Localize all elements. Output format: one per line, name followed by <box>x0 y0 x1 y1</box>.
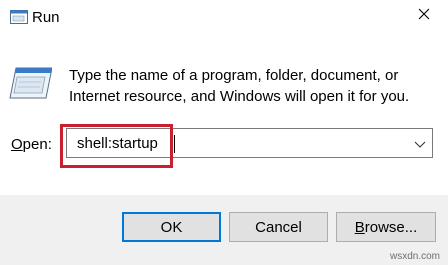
instructions-text: Type the name of a program, folder, docu… <box>69 67 410 105</box>
ok-button[interactable]: OK <box>122 212 221 242</box>
close-button[interactable] <box>400 0 448 32</box>
watermark: wsxdn.com <box>389 251 440 262</box>
browse-button[interactable]: Browse... <box>336 212 436 242</box>
highlight-box <box>60 124 173 168</box>
open-label: Open: <box>11 136 52 153</box>
open-label-text: pen: <box>22 136 52 153</box>
close-icon <box>418 7 430 25</box>
open-label-mnemonic: O <box>11 136 23 153</box>
browse-label: rowse... <box>364 218 418 236</box>
chevron-down-icon[interactable] <box>414 137 426 149</box>
title-bar: Run <box>0 0 448 38</box>
text-caret <box>174 135 175 153</box>
button-bar: OK Cancel Browse... wsxdn.com <box>0 195 448 265</box>
run-icon <box>10 9 30 25</box>
window-title: Run <box>32 9 60 26</box>
program-window-icon <box>8 66 53 100</box>
browse-mnemonic: B <box>354 218 365 236</box>
cancel-button[interactable]: Cancel <box>229 212 328 242</box>
